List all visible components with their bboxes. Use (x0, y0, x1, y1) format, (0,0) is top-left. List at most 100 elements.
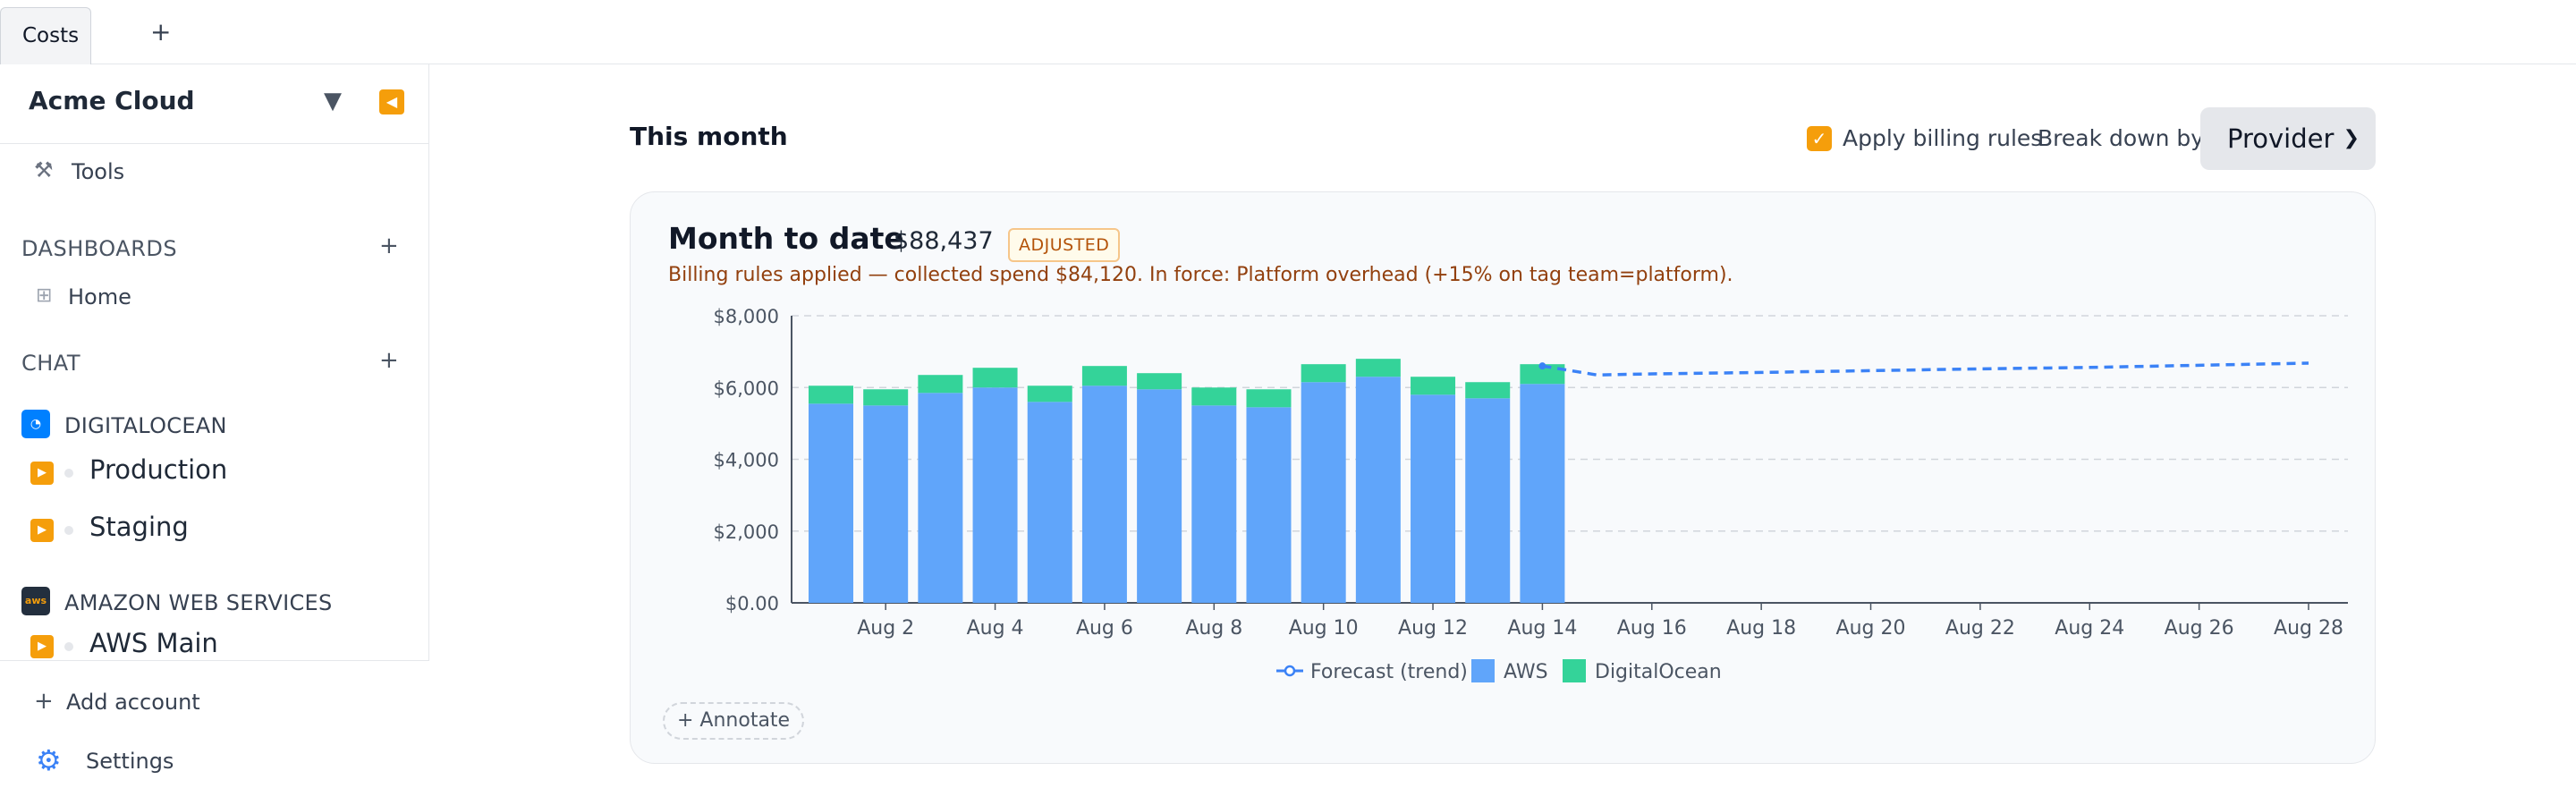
x-tick-label: Aug 16 (1617, 617, 1687, 640)
aws-logo-icon: aws (21, 587, 50, 615)
tab-costs[interactable]: Costs (0, 7, 91, 64)
bar-aws (809, 403, 853, 603)
bar-aws (918, 393, 963, 603)
bar-aws (1301, 382, 1346, 603)
tools-icon: ⚒ (34, 157, 54, 182)
month-to-date-card: Month to date $88,437 ADJUSTED Billing r… (630, 191, 2376, 764)
bar-aws (1411, 394, 1456, 603)
apply-billing-label[interactable]: Apply billing rules (1843, 125, 2042, 151)
x-tick-label: Aug 28 (2274, 617, 2343, 640)
sidebar-item-label: Home (68, 284, 131, 309)
forecast-line (1542, 361, 2309, 377)
x-tick-label: Aug 26 (2165, 617, 2234, 640)
settings-button[interactable]: Settings (86, 749, 174, 774)
digitalocean-logo-icon: ◔ (21, 410, 50, 438)
legend-forecast-marker (1284, 665, 1296, 677)
cost-chart: $0.00 $2,000 $4,000 $6,000 $8,000 Aug 2 Aug 4 A… (714, 306, 2348, 683)
y-tick-label: $8,000 (714, 306, 779, 327)
bar-digitalocean (809, 386, 853, 404)
grid-icon: ⊞ (36, 284, 53, 307)
breakdown-select[interactable]: Provider ❯ (2200, 107, 2376, 170)
bar-aws (1191, 405, 1237, 603)
chat-section-header: CHAT + (0, 347, 429, 383)
bar-digitalocean (1191, 387, 1237, 406)
account-label: Staging (89, 512, 189, 542)
section-title: CHAT (21, 351, 81, 376)
x-tick-label: Aug 10 (1289, 617, 1359, 640)
bar-aws (863, 405, 909, 603)
account-label: AWS Main (89, 628, 218, 658)
sidebar-item-label: Tools (72, 159, 125, 184)
plus-icon: + (34, 688, 54, 715)
x-tick-label: Aug 22 (1945, 617, 2015, 640)
legend-aws-swatch (1471, 659, 1495, 682)
add-account-button[interactable]: Add account (66, 690, 200, 715)
x-tick-label: Aug 14 (1507, 617, 1577, 640)
bar-aws (1081, 386, 1127, 603)
org-name[interactable]: Acme Cloud (29, 86, 195, 115)
account-production[interactable]: ▶ Production (0, 451, 429, 492)
sidebar-item-home[interactable]: ⊞ Home (0, 281, 429, 317)
y-tick-label: $0.00 (725, 593, 779, 614)
bar-aws (1520, 384, 1565, 603)
breakdown-value: Provider (2227, 123, 2334, 154)
sidebar-item-tools[interactable]: ⚒ Tools (0, 156, 429, 195)
y-tick-label: $2,000 (714, 521, 779, 543)
page-title: This month (630, 122, 788, 151)
provider-digitalocean[interactable]: ◔ DIGITALOCEAN (0, 408, 429, 444)
bar-aws (1246, 407, 1292, 603)
add-dashboard-button[interactable]: + (379, 233, 399, 259)
add-chat-button[interactable]: + (379, 347, 399, 374)
bar-digitalocean (972, 368, 1018, 388)
tab-bar: Costs + (0, 0, 2576, 64)
x-tick-label: Aug 12 (1398, 617, 1468, 640)
bar-aws (1027, 402, 1072, 603)
legend-label: Forecast (trend) (1310, 661, 1468, 683)
x-tick-label: Aug 8 (1185, 617, 1242, 640)
x-tick-label: Aug 2 (857, 617, 914, 640)
y-tick-label: $4,000 (714, 450, 779, 471)
new-tab-button[interactable]: + (150, 13, 171, 52)
bar-aws (972, 387, 1018, 603)
status-dot (64, 642, 73, 651)
bar-digitalocean (1465, 382, 1511, 399)
bar-aws (1355, 377, 1401, 603)
bar-digitalocean (863, 389, 909, 406)
bar-digitalocean (1411, 377, 1456, 395)
dashboards-section-header: DASHBOARDS + (0, 233, 429, 268)
chevron-down-icon: ❯ (2343, 127, 2360, 149)
bar-digitalocean (1137, 373, 1182, 390)
x-tick-label: Aug 20 (1836, 617, 1906, 640)
provider-name: DIGITALOCEAN (64, 413, 227, 438)
account-staging[interactable]: ▶ Staging (0, 508, 429, 549)
bar-digitalocean (1027, 386, 1072, 402)
org-dropdown-icon[interactable]: ▼ (324, 88, 342, 114)
x-tick-label: Aug 24 (2055, 617, 2124, 640)
provider-aws[interactable]: aws AMAZON WEB SERVICES (0, 585, 429, 621)
bar-aws (1137, 389, 1182, 603)
bar-digitalocean (1246, 389, 1292, 408)
sidebar-footer: + Add account ⚙ Settings (0, 660, 429, 805)
account-label: Production (89, 454, 228, 485)
gear-icon: ⚙ (36, 743, 62, 777)
play-icon: ▶ (30, 519, 54, 542)
sidebar: Acme Cloud ▼ ◀ ⚒ Tools DASHBOARDS + ⊞ Ho… (0, 64, 429, 805)
annotate-button[interactable]: + Annotate (663, 702, 805, 740)
account-aws-main[interactable]: ▶ AWS Main (0, 626, 429, 660)
bar-digitalocean (1301, 364, 1346, 383)
status-dot (64, 469, 73, 478)
x-tick-label: Aug 4 (967, 617, 1024, 640)
legend-label: DigitalOcean (1595, 661, 1722, 683)
provider-name: AMAZON WEB SERVICES (64, 590, 333, 615)
collapse-sidebar-icon[interactable]: ◀ (379, 89, 404, 114)
y-tick-label: $6,000 (714, 377, 779, 399)
x-tick-label: Aug 18 (1726, 617, 1796, 640)
bar-digitalocean (1081, 366, 1127, 386)
breakdown-label: Break down by (2038, 125, 2205, 151)
x-tick-label: Aug 6 (1076, 617, 1133, 640)
bar-aws (1465, 398, 1511, 603)
play-icon: ▶ (30, 635, 54, 658)
legend-digitalocean-swatch (1563, 659, 1586, 682)
apply-billing-checkbox[interactable]: ✓ (1807, 126, 1832, 151)
play-icon: ▶ (30, 462, 54, 485)
